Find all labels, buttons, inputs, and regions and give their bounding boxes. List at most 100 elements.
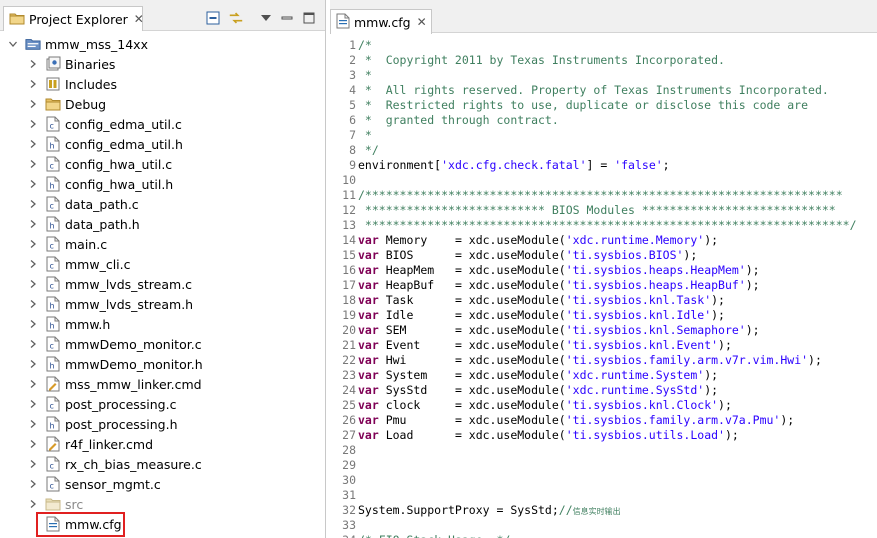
minimize-icon[interactable] bbox=[279, 10, 295, 26]
tree-item-config-hwa-util-h[interactable]: h config_hwa_util.h bbox=[27, 174, 173, 194]
tab-mmw-cfg[interactable]: mmw.cfg ✕ bbox=[330, 9, 432, 34]
tree-item-includes[interactable]: Includes bbox=[27, 74, 117, 94]
code-line[interactable]: 28 bbox=[330, 442, 358, 457]
chevron-right-icon[interactable] bbox=[27, 458, 39, 470]
tree-item-mmw-mss-14xx[interactable]: mmw_mss_14xx bbox=[7, 34, 148, 54]
code-editor[interactable]: 1/* 2 * Copyright 2011 by Texas Instrumen… bbox=[330, 34, 877, 538]
maximize-icon[interactable] bbox=[301, 10, 317, 26]
code-line[interactable]: 16 var HeapMem = xdc.useModule('ti.sysbio… bbox=[330, 262, 759, 277]
chevron-right-icon[interactable] bbox=[27, 318, 39, 330]
collapse-all-icon[interactable] bbox=[205, 10, 221, 26]
code-line[interactable]: 25 var clock = xdc.useModule('ti.sysbios.… bbox=[330, 397, 732, 412]
chevron-right-icon[interactable] bbox=[27, 498, 39, 510]
tab-project-explorer[interactable]: Project Explorer ✕ bbox=[3, 6, 144, 31]
tree-item-main-c[interactable]: c main.c bbox=[27, 234, 107, 254]
code-line[interactable]: 33 bbox=[330, 517, 358, 532]
tree-item-mmw-lvds-stream-h[interactable]: h mmw_lvds_stream.h bbox=[27, 294, 193, 314]
code-line[interactable]: 13 *************************************… bbox=[330, 217, 856, 232]
chevron-right-icon[interactable] bbox=[27, 138, 39, 150]
chevron-down-icon[interactable] bbox=[7, 38, 19, 50]
tree-item-rx-ch-bias-measure-c[interactable]: c rx_ch_bias_measure.c bbox=[27, 454, 202, 474]
code-line[interactable]: 14 var Memory = xdc.useModule('xdc.runtim… bbox=[330, 232, 718, 247]
code-line[interactable]: 31 bbox=[330, 487, 358, 502]
chevron-right-icon[interactable] bbox=[27, 58, 39, 70]
line-text: /***************************************… bbox=[358, 188, 843, 202]
chevron-right-icon[interactable] bbox=[27, 258, 39, 270]
code-line[interactable]: 15 var BIOS = xdc.useModule('ti.sysbios.B… bbox=[330, 247, 697, 262]
code-line[interactable]: 17 var HeapBuf = xdc.useModule('ti.sysbio… bbox=[330, 277, 759, 292]
code-line[interactable]: 20 var SEM = xdc.useModule('ti.sysbios.kn… bbox=[330, 322, 759, 337]
code-line[interactable]: 9 environment['xdc.cfg.check.fatal'] = 'f… bbox=[330, 157, 670, 172]
code-line[interactable]: 24 var SysStd = xdc.useModule('xdc.runtim… bbox=[330, 382, 718, 397]
h-file-icon: h bbox=[45, 136, 61, 152]
tree-item-binaries[interactable]: Binaries bbox=[27, 54, 115, 74]
chevron-right-icon[interactable] bbox=[27, 338, 39, 350]
tree-item-debug[interactable]: Debug bbox=[27, 94, 106, 114]
chevron-right-icon[interactable] bbox=[27, 218, 39, 230]
code-line[interactable]: 21 var Event = xdc.useModule('ti.sysbios.… bbox=[330, 337, 732, 352]
chevron-right-icon[interactable] bbox=[27, 178, 39, 190]
close-icon[interactable]: ✕ bbox=[417, 15, 427, 29]
chevron-right-icon[interactable] bbox=[27, 78, 39, 90]
link-with-editor-icon[interactable] bbox=[228, 10, 244, 26]
code-line[interactable]: 32 System.SupportProxy = SysStd;//信息实时输出 bbox=[330, 502, 621, 517]
code-line[interactable]: 3 * bbox=[330, 67, 372, 82]
tree-item-mmw-cli-c[interactable]: c mmw_cli.c bbox=[27, 254, 131, 274]
chevron-right-icon[interactable] bbox=[27, 158, 39, 170]
tree-item-post-processing-h[interactable]: h post_processing.h bbox=[27, 414, 178, 434]
tree-item-mmwdemo-monitor-c[interactable]: c mmwDemo_monitor.c bbox=[27, 334, 202, 354]
includes-icon bbox=[45, 76, 61, 92]
code-line[interactable]: 23 var System = xdc.useModule('xdc.runtim… bbox=[330, 367, 718, 382]
tree-item-mmw-lvds-stream-c[interactable]: c mmw_lvds_stream.c bbox=[27, 274, 192, 294]
code-token: System = xdc.useModule( bbox=[378, 367, 566, 382]
code-line[interactable]: 11/*************************************… bbox=[330, 187, 843, 202]
chevron-right-icon[interactable] bbox=[27, 278, 39, 290]
chevron-right-icon[interactable] bbox=[27, 238, 39, 250]
code-line[interactable]: 10 bbox=[330, 172, 358, 187]
code-line[interactable]: 26 var Pmu = xdc.useModule('ti.sysbios.fa… bbox=[330, 412, 794, 427]
code-line[interactable]: 6 * granted through contract. bbox=[330, 112, 559, 127]
code-line[interactable]: 12 ************************** BIOS Modul… bbox=[330, 202, 836, 217]
code-line[interactable]: 34/* FIQ Stack Usage: */ bbox=[330, 532, 510, 538]
tree-item-r4f-linker-cmd[interactable]: r4f_linker.cmd bbox=[27, 434, 153, 454]
tree-item-config-edma-util-h[interactable]: h config_edma_util.h bbox=[27, 134, 183, 154]
code-line[interactable]: 19 var Idle = xdc.useModule('ti.sysbios.k… bbox=[330, 307, 725, 322]
tree-item-sensor-mgmt-c[interactable]: c sensor_mgmt.c bbox=[27, 474, 161, 494]
tree-item-data-path-h[interactable]: h data_path.h bbox=[27, 214, 140, 234]
chevron-right-icon[interactable] bbox=[27, 298, 39, 310]
chevron-right-icon[interactable] bbox=[27, 378, 39, 390]
view-menu-icon[interactable] bbox=[258, 10, 274, 26]
code-line[interactable]: 27 var Load = xdc.useModule('ti.sysbios.u… bbox=[330, 427, 739, 442]
project-explorer-tabbar: Project Explorer ✕ bbox=[0, 0, 325, 31]
code-line[interactable]: 2 * Copyright 2011 by Texas Instruments … bbox=[330, 52, 725, 67]
chevron-right-icon[interactable] bbox=[27, 398, 39, 410]
chevron-right-icon[interactable] bbox=[27, 438, 39, 450]
code-line[interactable]: 18 var Task = xdc.useModule('ti.sysbios.k… bbox=[330, 292, 725, 307]
tree-item-src[interactable]: src bbox=[27, 494, 83, 514]
code-token: var bbox=[358, 262, 379, 277]
tree-item-mss-mmw-linker-cmd[interactable]: mss_mmw_linker.cmd bbox=[27, 374, 202, 394]
code-line[interactable]: 7 * bbox=[330, 127, 372, 142]
tree-item-config-hwa-util-c[interactable]: c config_hwa_util.c bbox=[27, 154, 172, 174]
tree-item-post-processing-c[interactable]: c post_processing.c bbox=[27, 394, 176, 414]
chevron-right-icon[interactable] bbox=[27, 98, 39, 110]
code-line[interactable]: 1/* bbox=[330, 37, 372, 52]
tree-item-config-edma-util-c[interactable]: c config_edma_util.c bbox=[27, 114, 182, 134]
code-line[interactable]: 5 * Restricted rights to use, duplicate … bbox=[330, 97, 808, 112]
chevron-right-icon[interactable] bbox=[27, 198, 39, 210]
close-icon[interactable]: ✕ bbox=[134, 12, 144, 26]
line-text: environment['xdc.cfg.check.fatal'] = 'fa… bbox=[358, 158, 670, 172]
chevron-right-icon[interactable] bbox=[27, 358, 39, 370]
code-line[interactable]: 22 var Hwi = xdc.useModule('ti.sysbios.fa… bbox=[330, 352, 822, 367]
tree-item-mmwdemo-monitor-h[interactable]: h mmwDemo_monitor.h bbox=[27, 354, 203, 374]
code-line[interactable]: 30 bbox=[330, 472, 358, 487]
chevron-right-icon[interactable] bbox=[27, 118, 39, 130]
tree-item-mmw-h[interactable]: h mmw.h bbox=[27, 314, 110, 334]
chevron-right-icon[interactable] bbox=[27, 478, 39, 490]
code-token: Task = xdc.useModule( bbox=[378, 292, 566, 307]
code-line[interactable]: 4 * All rights reserved. Property of Tex… bbox=[330, 82, 829, 97]
code-line[interactable]: 8 */ bbox=[330, 142, 379, 157]
tree-item-data-path-c[interactable]: c data_path.c bbox=[27, 194, 139, 214]
chevron-right-icon[interactable] bbox=[27, 418, 39, 430]
code-line[interactable]: 29 bbox=[330, 457, 358, 472]
